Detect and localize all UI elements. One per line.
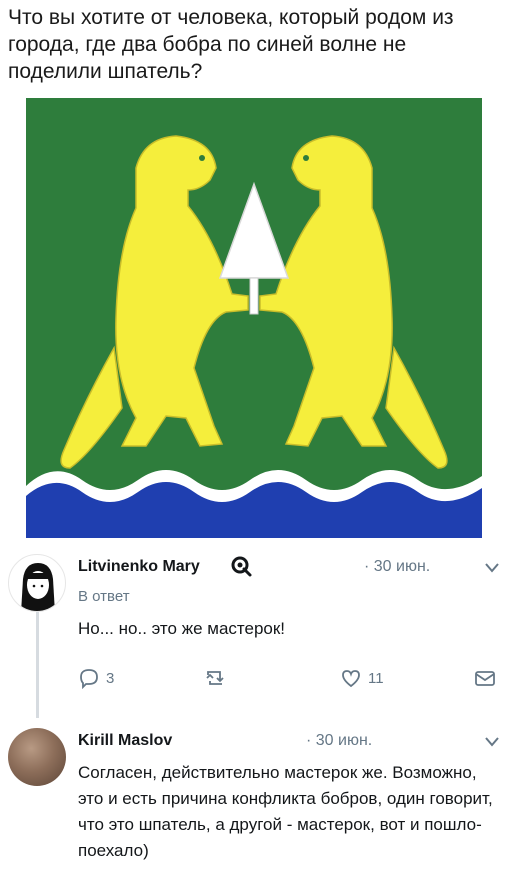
envelope-icon <box>475 671 495 686</box>
like-count: 11 <box>368 669 384 687</box>
chevron-down-icon[interactable] <box>484 562 500 574</box>
tweet-text: Согласен, действительно мастерок же. Воз… <box>78 763 493 860</box>
tweet-time[interactable]: · 30 июн. <box>364 558 430 576</box>
post-caption: Что вы хотите от человека, который родом… <box>8 6 454 83</box>
author-name[interactable]: Litvinenko Mary <box>78 558 200 576</box>
heart-icon <box>342 670 360 688</box>
like-button[interactable]: 11 <box>340 664 384 692</box>
retweet-icon <box>206 671 224 685</box>
reply-icon <box>80 669 98 689</box>
reply-to-label[interactable]: В ответ <box>78 588 130 605</box>
reply-count: 3 <box>106 669 115 687</box>
tweet-text: Но... но.. это же мастерок! <box>78 619 286 638</box>
avatar[interactable] <box>8 728 66 786</box>
tweet-time[interactable]: · 30 июн. <box>306 732 372 750</box>
coat-of-arms-image <box>26 98 482 538</box>
chevron-down-icon[interactable] <box>484 736 500 748</box>
reply-tweet: Kirill Maslov · 30 июн. Согласен, действ… <box>0 720 508 872</box>
reply-tweet: Litvinenko Mary · 30 июн. В ответ Но... … <box>0 544 508 714</box>
avatar[interactable] <box>8 554 66 612</box>
retweet-button[interactable] <box>204 664 232 692</box>
message-button[interactable] <box>474 664 496 692</box>
author-name[interactable]: Kirill Maslov <box>78 732 172 750</box>
tweet-actions: 3 11 <box>0 664 508 692</box>
verified-icon <box>231 556 252 577</box>
reply-button[interactable]: 3 <box>78 664 114 692</box>
